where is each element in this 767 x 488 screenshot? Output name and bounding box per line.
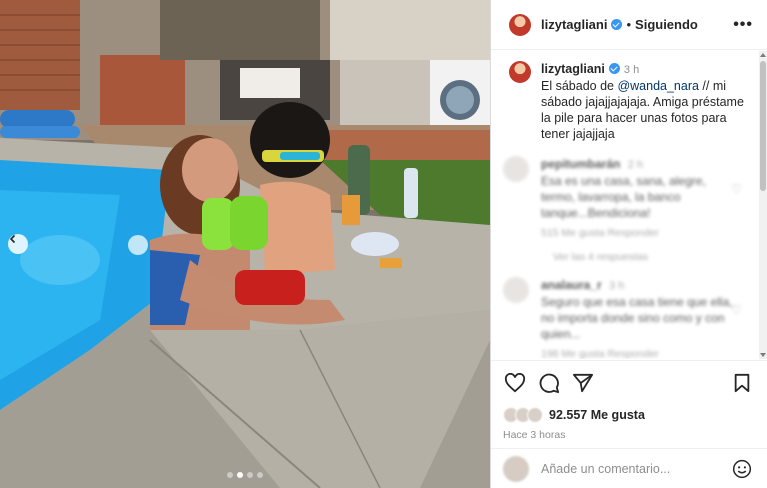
likes-number: 92.557 <box>549 408 588 422</box>
paper-plane-icon <box>573 373 593 393</box>
likes-count[interactable]: 92.557 Me gusta <box>549 408 645 422</box>
emoji-smiley-icon <box>732 459 752 478</box>
carousel-dot[interactable] <box>247 472 253 478</box>
view-replies-link[interactable]: Ver las 4 respuestas <box>553 251 767 263</box>
comment-item: pepitumbarán 2 h Esa es una casa, sana, … <box>491 142 767 241</box>
scroll-up-arrow-icon[interactable] <box>760 53 766 57</box>
scroll-down-arrow-icon[interactable] <box>760 353 766 357</box>
caption-mention-link[interactable]: @wanda_nara <box>617 79 699 93</box>
commenter-avatar[interactable] <box>503 277 529 303</box>
comment-time: 3 h <box>609 280 625 292</box>
scrollbar-thumb[interactable] <box>760 61 766 191</box>
comment-text: Esa es una casa, sana, alegre, termo, la… <box>541 174 706 220</box>
previous-slide-button[interactable] <box>8 234 28 254</box>
caption-text: lizytagliani 3 h El sábado de @wanda_nara… <box>541 61 754 142</box>
comment-meta[interactable]: 198 Me gusta Responder <box>541 346 741 359</box>
caption-username[interactable]: lizytagliani <box>541 62 605 76</box>
comment-text: Seguro que esa casa tiene que ella, no i… <box>541 295 733 341</box>
verified-badge-icon <box>611 19 623 30</box>
heart-icon <box>504 373 526 393</box>
commenter-username[interactable]: pepitumbarán <box>541 157 620 171</box>
share-button[interactable] <box>571 371 595 395</box>
carousel-dot[interactable] <box>257 472 263 478</box>
post-caption: lizytagliani 3 h El sábado de @wanda_nara… <box>491 51 767 142</box>
caption-time: 3 h <box>623 64 640 76</box>
pool-photo-illustration <box>0 0 490 488</box>
post-timestamp: Hace 3 horas <box>503 429 566 441</box>
comment-item: analaura_r 3 h Seguro que esa casa tiene… <box>491 263 767 359</box>
commenter-username[interactable]: analaura_r <box>541 278 602 292</box>
post-side-panel: lizytagliani • Siguiendo ••• lizytaglian… <box>490 0 767 488</box>
comment-meta[interactable]: 515 Me gusta Responder <box>541 225 741 241</box>
commenter-avatar[interactable] <box>503 156 529 182</box>
author-username[interactable]: lizytagliani <box>541 17 607 32</box>
likes-label: Me gusta <box>590 408 645 422</box>
more-options-icon[interactable]: ••• <box>733 16 753 34</box>
header-separator: • <box>626 17 632 32</box>
post-photo <box>0 0 490 488</box>
comment-time: 2 h <box>627 159 643 171</box>
like-button[interactable] <box>503 371 527 395</box>
carousel-indicator <box>0 472 490 478</box>
comment-bubble-icon <box>539 373 560 394</box>
comment-like-heart-icon[interactable]: ♡ <box>731 182 742 196</box>
likes-summary[interactable]: 92.557 Me gusta <box>503 407 754 423</box>
add-comment-bar <box>491 448 767 488</box>
caption-avatar[interactable] <box>509 61 531 83</box>
carousel-dot-active[interactable] <box>237 472 243 478</box>
post-header: lizytagliani • Siguiendo ••• <box>491 0 767 50</box>
liker-avatars <box>503 407 545 423</box>
comment-button[interactable] <box>537 371 561 395</box>
save-button[interactable] <box>730 371 754 395</box>
comment-like-heart-icon[interactable]: ♡ <box>731 303 742 317</box>
bookmark-icon <box>734 373 750 393</box>
post-actions: 92.557 Me gusta Hace 3 horas <box>491 360 767 441</box>
chevron-left-icon <box>9 234 16 244</box>
comments-list[interactable]: lizytagliani 3 h El sábado de @wanda_nara… <box>491 51 767 359</box>
current-user-avatar <box>503 455 529 482</box>
carousel-dot[interactable] <box>227 472 233 478</box>
emoji-button[interactable] <box>730 457 754 481</box>
comments-scrollbar[interactable] <box>759 51 767 359</box>
author-avatar[interactable] <box>509 13 531 36</box>
verified-badge-icon <box>608 63 620 74</box>
comment-input[interactable] <box>541 461 730 476</box>
following-button[interactable]: Siguiendo <box>635 17 698 32</box>
caption-body-start: El sábado de <box>541 79 618 93</box>
